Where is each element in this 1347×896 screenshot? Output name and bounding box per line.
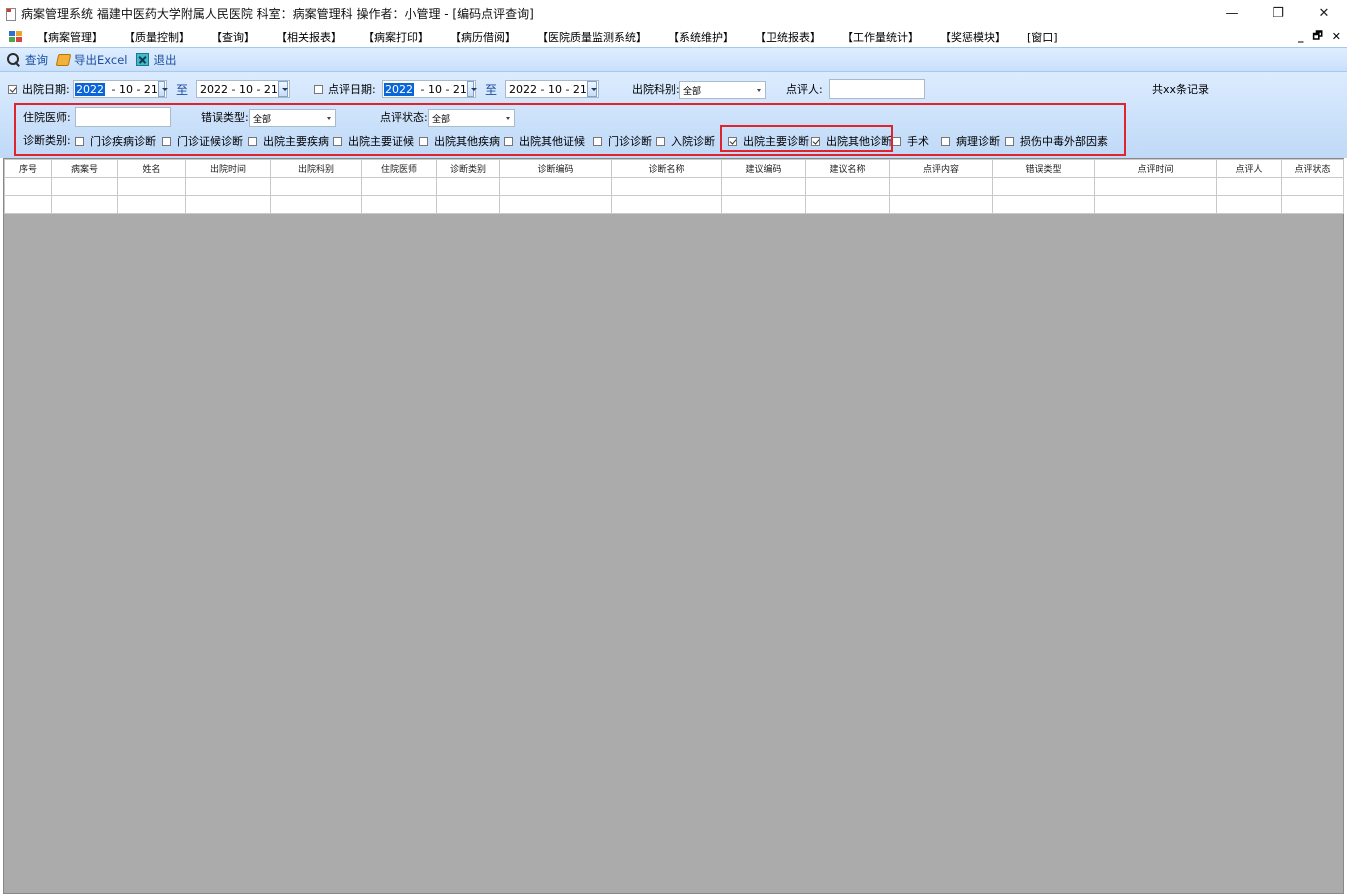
column-header[interactable]: 点评时间 bbox=[1094, 159, 1217, 178]
query-button[interactable]: 查询 bbox=[6, 52, 48, 68]
column-header[interactable]: 点评内容 bbox=[889, 159, 993, 178]
filter-panel: 出院日期: 2022 - 10 - 21 至 2022 - 10 - 21 点评… bbox=[0, 72, 1347, 158]
window-controls: — ❐ ✕ bbox=[1209, 0, 1347, 27]
title-bar: 病案管理系统 福建中医药大学附属人民医院 科室：病案管理科 操作者：小管理 - … bbox=[0, 0, 1347, 27]
results-grid: 序号 病案号 姓名 出院时间 出院科别 住院医师 诊断类别 诊断编码 诊断名称 … bbox=[3, 158, 1344, 894]
column-header[interactable]: 诊断编码 bbox=[499, 159, 612, 178]
window-title: 病案管理系统 福建中医药大学附属人民医院 科室：病案管理科 操作者：小管理 - … bbox=[21, 7, 534, 21]
to-label: 至 bbox=[176, 82, 189, 97]
minimize-button[interactable]: — bbox=[1209, 0, 1255, 27]
discharge-date-to[interactable]: 2022 - 10 - 21 bbox=[196, 80, 290, 98]
toolbar: 查询 导出Excel 退出 bbox=[0, 47, 1347, 72]
reviewer-input[interactable] bbox=[829, 79, 925, 99]
table-row[interactable] bbox=[4, 177, 1344, 196]
restore-button[interactable]: ❐ bbox=[1255, 0, 1301, 27]
export-label: 导出Excel bbox=[74, 52, 128, 67]
discharge-from-dropdown-icon[interactable] bbox=[157, 81, 169, 97]
column-header[interactable]: 点评状态 bbox=[1281, 159, 1344, 178]
review-date-checkbox[interactable] bbox=[314, 84, 323, 94]
review-date-from[interactable]: 2022 - 10 - 21 bbox=[382, 80, 478, 98]
column-header[interactable]: 出院科别 bbox=[270, 159, 362, 178]
menu-item-system-maintenance[interactable]: 【系统维护】 bbox=[668, 29, 734, 45]
column-header[interactable]: 住院医师 bbox=[361, 159, 437, 178]
column-header[interactable]: 点评人 bbox=[1216, 159, 1282, 178]
mdi-close-button[interactable]: ✕ bbox=[1332, 30, 1341, 43]
column-header[interactable]: 建议名称 bbox=[805, 159, 890, 178]
export-excel-button[interactable]: 导出Excel bbox=[55, 52, 128, 68]
column-header[interactable]: 诊断名称 bbox=[611, 159, 722, 178]
to-label-2: 至 bbox=[485, 82, 498, 97]
export-icon bbox=[55, 53, 72, 66]
mdi-minimize-button[interactable]: _ bbox=[1298, 30, 1304, 43]
results-table: 序号 病案号 姓名 出院时间 出院科别 住院医师 诊断类别 诊断编码 诊断名称 … bbox=[4, 159, 1344, 214]
column-header[interactable]: 建议编码 bbox=[721, 159, 806, 178]
table-header-row: 序号 病案号 姓名 出院时间 出院科别 住院医师 诊断类别 诊断编码 诊断名称 … bbox=[4, 159, 1344, 178]
discharge-date-from[interactable]: 2022 - 10 - 21 bbox=[73, 80, 169, 98]
record-count: 共xx条记录 bbox=[1152, 83, 1210, 96]
menu-item-reports[interactable]: 【相关报表】 bbox=[276, 29, 342, 45]
exit-icon bbox=[136, 53, 150, 66]
menu-item-health-stats[interactable]: 【卫统报表】 bbox=[755, 29, 821, 45]
app-icon bbox=[6, 7, 16, 21]
close-button[interactable]: ✕ bbox=[1301, 0, 1347, 27]
menu-item-case-management[interactable]: 【病案管理】 bbox=[37, 29, 103, 45]
highlight-box-inner bbox=[720, 125, 893, 152]
column-header[interactable]: 病案号 bbox=[51, 159, 118, 178]
review-from-dropdown-icon[interactable] bbox=[466, 81, 478, 97]
chevron-down-icon bbox=[757, 89, 761, 92]
review-to-dropdown-icon[interactable] bbox=[586, 81, 597, 97]
dept-select[interactable]: 全部 bbox=[679, 81, 766, 99]
mdi-controls: _ 🗗 ✕ bbox=[1298, 27, 1341, 46]
highlight-box-outer bbox=[14, 103, 1126, 156]
discharge-date-label: 出院日期: bbox=[22, 83, 70, 96]
menu-item-quality-control[interactable]: 【质量控制】 bbox=[124, 29, 190, 45]
exit-label: 退出 bbox=[153, 52, 177, 67]
menu-item-workload-stats[interactable]: 【工作量统计】 bbox=[842, 29, 919, 45]
menu-item-record-borrow[interactable]: 【病历借阅】 bbox=[450, 29, 516, 45]
column-header[interactable]: 姓名 bbox=[117, 159, 186, 178]
menu-item-case-print[interactable]: 【病案打印】 bbox=[363, 29, 429, 45]
menu-logo-icon[interactable] bbox=[9, 30, 23, 43]
discharge-to-dropdown-icon[interactable] bbox=[277, 81, 288, 97]
search-icon bbox=[6, 52, 21, 67]
dept-label: 出院科别: bbox=[632, 83, 680, 96]
menu-item-window[interactable]: [窗口] bbox=[1027, 29, 1058, 45]
menu-item-quality-monitor[interactable]: 【医院质量监测系统】 bbox=[537, 29, 647, 45]
review-date-label: 点评日期: bbox=[328, 83, 376, 96]
menu-bar: 【病案管理】 【质量控制】 【查询】 【相关报表】 【病案打印】 【病历借阅】 … bbox=[0, 27, 1347, 46]
reviewer-label: 点评人: bbox=[786, 83, 823, 96]
exit-button[interactable]: 退出 bbox=[136, 52, 176, 68]
column-header[interactable]: 出院时间 bbox=[185, 159, 271, 178]
discharge-date-checkbox[interactable] bbox=[8, 84, 17, 94]
menu-item-reward-module[interactable]: 【奖惩模块】 bbox=[940, 29, 1006, 45]
menu-item-query[interactable]: 【查询】 bbox=[211, 29, 255, 45]
review-date-to[interactable]: 2022 - 10 - 21 bbox=[505, 80, 599, 98]
column-header[interactable]: 错误类型 bbox=[992, 159, 1095, 178]
query-label: 查询 bbox=[25, 52, 48, 67]
column-header[interactable]: 诊断类别 bbox=[436, 159, 500, 178]
mdi-restore-button[interactable]: 🗗 bbox=[1312, 27, 1322, 46]
column-header[interactable]: 序号 bbox=[4, 159, 52, 178]
table-row[interactable] bbox=[4, 195, 1344, 214]
